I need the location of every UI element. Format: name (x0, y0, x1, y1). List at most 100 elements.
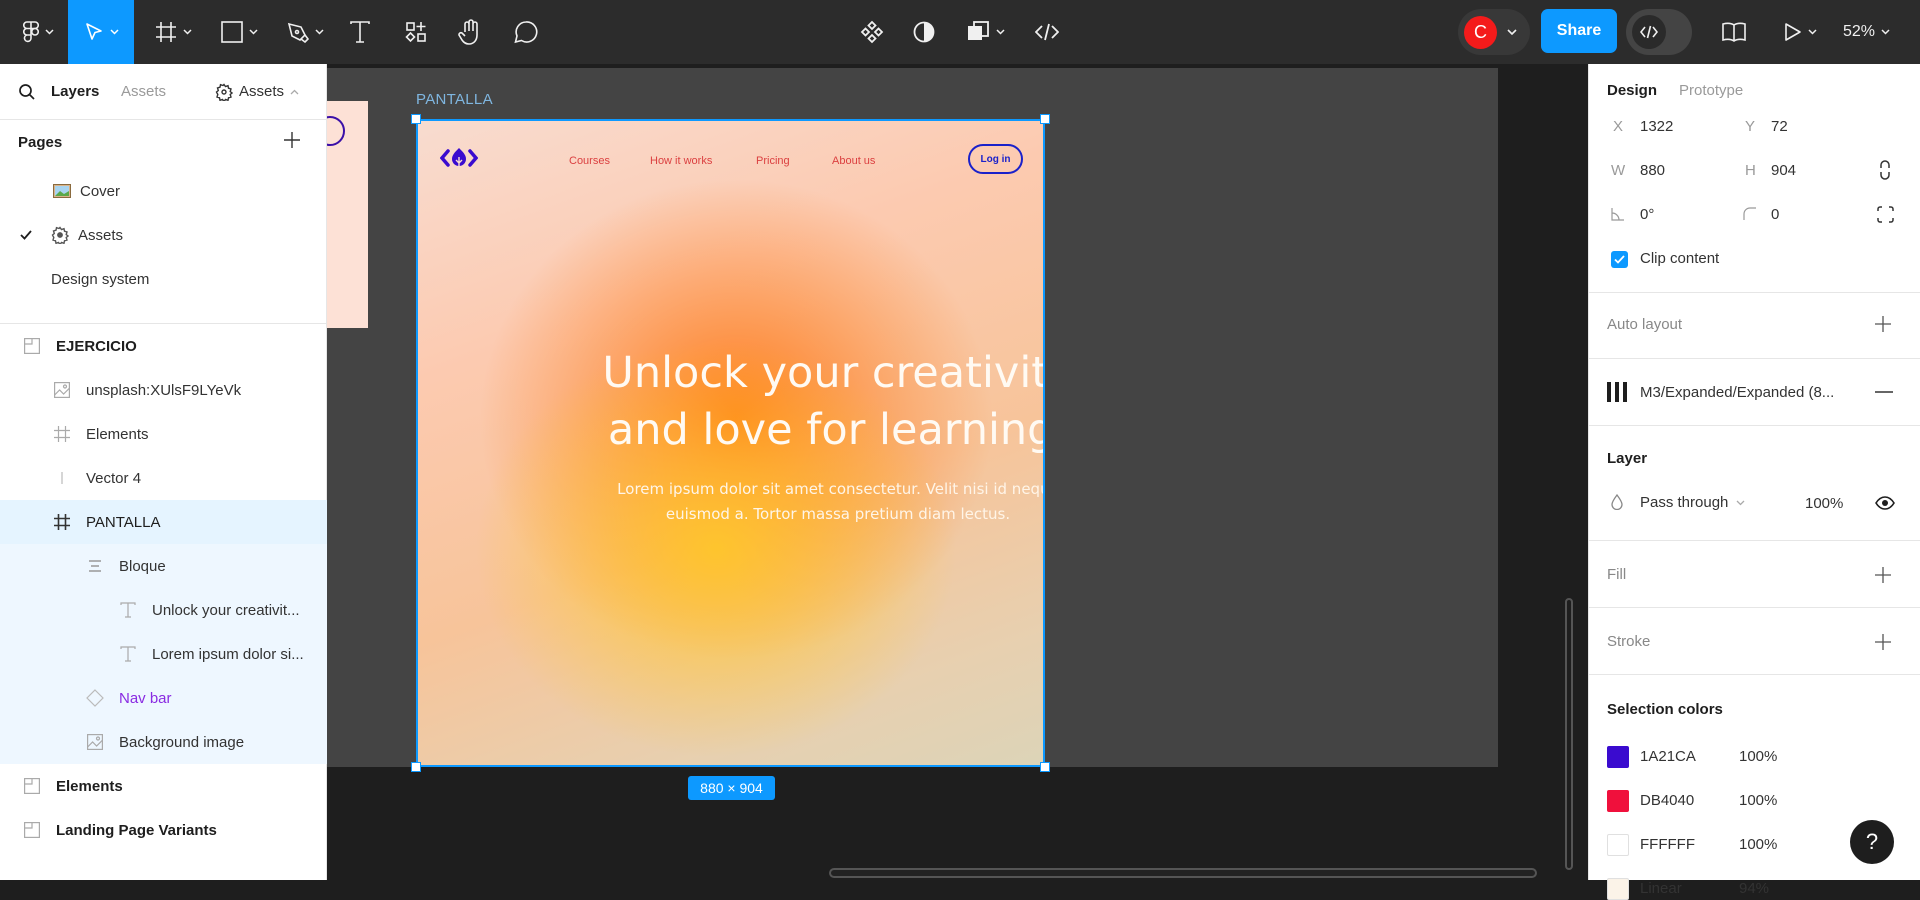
text-tool-button[interactable] (342, 0, 378, 64)
layer-row-background-image[interactable]: Background image (0, 720, 327, 764)
corner-radius-input[interactable]: 0 (1771, 206, 1779, 223)
share-button[interactable]: Share (1541, 9, 1617, 53)
shape-tool-button[interactable] (214, 0, 264, 64)
color-hex-value[interactable]: 1A21CA (1640, 748, 1696, 765)
layer-row-section[interactable]: EJERCICIO (0, 324, 327, 368)
layer-row-section[interactable]: Landing Page Variants (0, 808, 327, 852)
nav-link-courses[interactable]: Courses (569, 155, 610, 167)
code-tool-button[interactable] (1027, 0, 1067, 64)
resize-handle-bottom-left[interactable] (411, 762, 421, 772)
comment-tool-button[interactable] (506, 0, 546, 64)
layout-grid-name[interactable]: M3/Expanded/Expanded (8... (1640, 384, 1834, 401)
color-swatch[interactable] (1607, 878, 1629, 900)
layout-grid-columns-icon[interactable] (1607, 382, 1627, 402)
nav-link-pricing[interactable]: Pricing (756, 155, 790, 167)
section-divider (1589, 674, 1920, 675)
layer-row-bloque[interactable]: Bloque (0, 544, 327, 588)
color-hex-value[interactable]: Linear (1640, 880, 1682, 897)
plus-icon[interactable] (1874, 315, 1892, 333)
hand-icon (458, 19, 478, 45)
rectangle-icon (220, 21, 243, 43)
x-input[interactable]: 1322 (1640, 118, 1673, 135)
color-opacity-value[interactable]: 100% (1739, 792, 1777, 809)
color-opacity-value[interactable]: 94% (1739, 880, 1769, 897)
help-button[interactable]: ? (1850, 820, 1894, 864)
login-button[interactable]: Log in (968, 144, 1023, 174)
component-tool-button[interactable] (852, 0, 892, 64)
constrain-proportions-icon[interactable] (1879, 160, 1891, 180)
boolean-tool-button[interactable] (960, 0, 1010, 64)
layer-row-nav-bar[interactable]: Nav bar (0, 676, 327, 720)
multiplayer-avatars[interactable]: C (1458, 9, 1530, 55)
layer-label: Elements (86, 425, 149, 443)
layer-row-text[interactable]: Unlock your creativit... (0, 588, 327, 632)
blend-mode-dropdown[interactable]: Pass through (1640, 494, 1745, 511)
page-dropdown[interactable]: Assets (215, 82, 299, 101)
layer-row-section[interactable]: Elements (0, 764, 327, 808)
main-menu-button[interactable] (10, 0, 66, 64)
plus-icon[interactable] (1874, 633, 1892, 651)
tab-layers[interactable]: Layers (51, 83, 99, 100)
vertical-scrollbar[interactable] (1565, 598, 1573, 870)
color-opacity-value[interactable]: 100% (1739, 836, 1777, 853)
layer-row-frame[interactable]: Elements (0, 412, 327, 456)
dev-mode-toggle[interactable] (1626, 9, 1692, 55)
image-icon (85, 732, 105, 752)
rotation-input[interactable]: 0° (1640, 206, 1654, 223)
hero-title[interactable]: Unlock your creativity and love for lear… (538, 345, 1045, 459)
layer-row-pantalla[interactable]: PANTALLA (0, 500, 327, 544)
h-label: H (1745, 162, 1756, 179)
horizontal-scrollbar[interactable] (829, 868, 1537, 878)
frame-label[interactable]: PANTALLA (416, 91, 493, 108)
add-page-button[interactable] (280, 128, 304, 152)
hero-subtitle[interactable]: Lorem ipsum dolor sit amet consectetur. … (538, 477, 1045, 527)
section-divider (1589, 540, 1920, 541)
clip-content-checkbox[interactable] (1611, 251, 1628, 268)
hand-tool-button[interactable] (450, 0, 490, 64)
canvas[interactable]: PANTALLA Courses How it works Pricing Ab… (327, 64, 1588, 880)
color-swatch[interactable] (1607, 746, 1629, 768)
section-divider (1589, 358, 1920, 359)
mask-tool-button[interactable] (904, 0, 944, 64)
nav-bar[interactable]: Courses How it works Pricing About us Lo… (416, 119, 1045, 199)
tab-assets[interactable]: Assets (121, 83, 166, 100)
layer-row-text[interactable]: Lorem ipsum dolor si... (0, 632, 327, 676)
layer-opacity-input[interactable]: 100% (1805, 495, 1843, 512)
pantalla-frame[interactable]: Courses How it works Pricing About us Lo… (416, 119, 1045, 767)
present-button[interactable] (1776, 0, 1824, 64)
frame-tool-button[interactable] (148, 0, 198, 64)
nav-link-about-us[interactable]: About us (832, 155, 875, 167)
independent-corners-icon[interactable] (1877, 206, 1894, 223)
layer-label: Unlock your creativit... (152, 601, 300, 619)
layer-row-image[interactable]: unsplash:XUlsF9LYeVk (0, 368, 327, 412)
page-item-assets[interactable]: Assets (0, 213, 327, 257)
resources-tool-button[interactable] (396, 0, 436, 64)
zoom-dropdown[interactable]: 52% (1843, 0, 1890, 64)
y-input[interactable]: 72 (1771, 118, 1788, 135)
color-opacity-value[interactable]: 100% (1739, 748, 1777, 765)
tab-design[interactable]: Design (1607, 82, 1657, 99)
resize-handle-top-right[interactable] (1040, 114, 1050, 124)
width-input[interactable]: 880 (1640, 162, 1665, 179)
color-swatch[interactable] (1607, 790, 1629, 812)
section-divider (1589, 292, 1920, 293)
layer-row-vector[interactable]: Vector 4 (0, 456, 327, 500)
color-hex-value[interactable]: DB4040 (1640, 792, 1694, 809)
color-hex-value[interactable]: FFFFFF (1640, 836, 1695, 853)
tab-prototype[interactable]: Prototype (1679, 82, 1743, 99)
nav-link-how-it-works[interactable]: How it works (650, 155, 712, 167)
avatar[interactable]: C (1464, 15, 1497, 49)
eye-icon[interactable] (1875, 496, 1895, 510)
pen-tool-button[interactable] (280, 0, 330, 64)
search-icon[interactable] (18, 83, 36, 101)
resize-handle-bottom-right[interactable] (1040, 762, 1050, 772)
library-button[interactable] (1714, 0, 1754, 64)
height-input[interactable]: 904 (1771, 162, 1796, 179)
resize-handle-top-left[interactable] (411, 114, 421, 124)
plus-icon[interactable] (1874, 566, 1892, 584)
page-item-design-system[interactable]: Design system (0, 257, 327, 301)
page-item-cover[interactable]: Cover (0, 169, 327, 213)
color-swatch[interactable] (1607, 834, 1629, 856)
move-tool-button[interactable] (68, 0, 134, 64)
minus-icon[interactable] (1875, 391, 1893, 393)
